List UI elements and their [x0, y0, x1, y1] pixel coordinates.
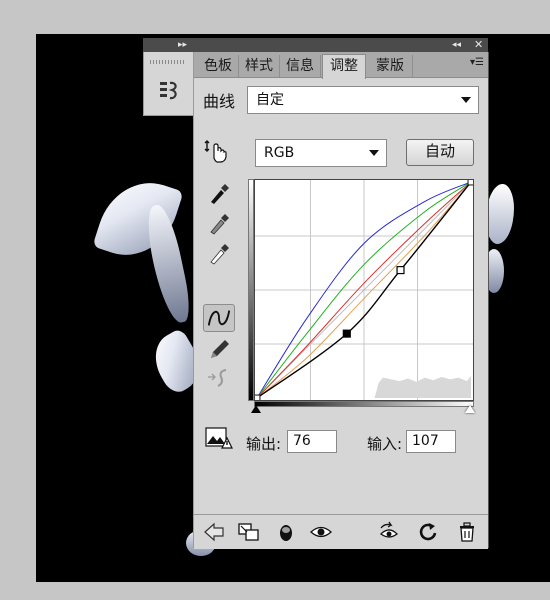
- chevron-down-icon: [369, 150, 379, 156]
- clip-to-layer-icon[interactable]: [274, 520, 298, 544]
- clipping-warning-icon[interactable]: [205, 426, 233, 450]
- curves-graph[interactable]: [254, 179, 474, 401]
- histogram: [374, 375, 472, 399]
- input-gradient-bar: [254, 401, 474, 407]
- panel-menu-icon[interactable]: ▾☰: [470, 57, 484, 68]
- curve-control-point[interactable]: [342, 329, 351, 338]
- adjustments-panel-icon[interactable]: [158, 79, 180, 103]
- black-point-slider[interactable]: [251, 405, 261, 413]
- panel-title-bar[interactable]: ▸▸ ◂◂ ✕: [143, 38, 488, 52]
- on-image-adjust-hand-icon[interactable]: [203, 138, 229, 164]
- preset-value: 自定: [256, 92, 284, 108]
- auto-button[interactable]: 自动: [406, 139, 474, 166]
- panel-footer: [194, 514, 488, 549]
- curve-control-point[interactable]: [396, 266, 405, 275]
- pencil-draw-icon[interactable]: [206, 336, 232, 362]
- reset-icon[interactable]: [416, 520, 440, 544]
- close-icon[interactable]: ✕: [474, 38, 483, 52]
- dock-grip[interactable]: [150, 60, 186, 64]
- tab-adjustments[interactable]: 调整: [322, 54, 366, 79]
- tab-masks[interactable]: 蒙版: [368, 55, 413, 77]
- white-point-slider[interactable]: [465, 405, 475, 413]
- edit-points-curve-icon[interactable]: [203, 304, 235, 332]
- adjustments-panel: 色板 样式 信息 调整 蒙版 ▾☰ 曲线 自定 RGB 自动 输出: 76 输入…: [193, 52, 489, 549]
- back-arrow-icon[interactable]: [202, 520, 226, 544]
- white-point-eyedropper-icon[interactable]: [206, 240, 232, 266]
- expanded-view-icon[interactable]: [237, 520, 261, 544]
- chevron-down-icon: [461, 97, 471, 103]
- input-field[interactable]: 107: [406, 430, 456, 453]
- channel-dropdown[interactable]: RGB: [255, 139, 387, 167]
- petal-shape: [141, 202, 195, 326]
- collapse-arrows-icon[interactable]: ◂◂: [452, 38, 461, 52]
- gray-point-eyedropper-icon[interactable]: [206, 210, 232, 236]
- black-point-eyedropper-icon[interactable]: [206, 180, 232, 206]
- eye-visibility-icon[interactable]: [309, 520, 333, 544]
- view-previous-state-icon[interactable]: [377, 520, 401, 544]
- input-label: 输入:: [367, 435, 403, 453]
- panel-title: 曲线: [203, 92, 236, 111]
- output-field[interactable]: 76: [287, 430, 337, 453]
- curve-endpoint[interactable]: [467, 179, 474, 186]
- output-label: 输出:: [246, 435, 282, 453]
- tab-swatches[interactable]: 色板: [198, 55, 239, 77]
- petal-shape: [486, 184, 514, 244]
- expand-arrows-icon[interactable]: ▸▸: [178, 38, 187, 52]
- channel-value: RGB: [264, 145, 295, 161]
- tab-styles[interactable]: 样式: [239, 55, 280, 77]
- preset-dropdown[interactable]: 自定: [247, 86, 479, 114]
- smooth-curve-icon: [208, 369, 227, 387]
- tab-info[interactable]: 信息: [280, 55, 321, 77]
- delete-trash-icon[interactable]: [455, 520, 479, 544]
- panel-tabs: 色板 样式 信息 调整 蒙版 ▾☰: [194, 52, 488, 79]
